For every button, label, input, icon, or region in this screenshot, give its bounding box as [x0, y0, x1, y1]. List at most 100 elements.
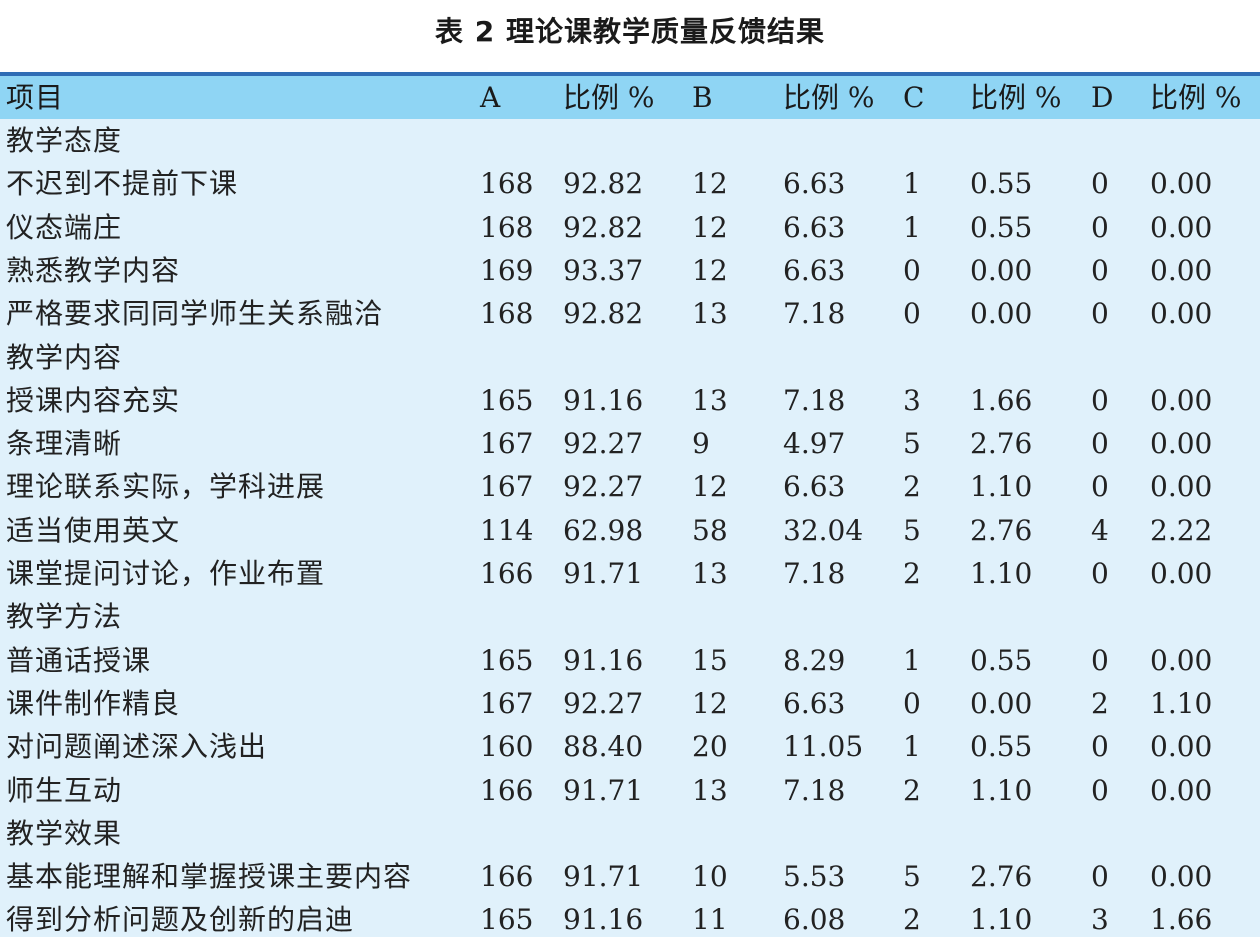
- cell-c: 2: [903, 773, 921, 807]
- cell-item: 教学态度: [6, 124, 123, 157]
- cell-c: 5: [903, 513, 921, 547]
- header-percent-b: 比例 %: [783, 81, 875, 114]
- cell-b: 13: [692, 297, 728, 331]
- cell-a: 166: [480, 860, 534, 894]
- cell-c: 2: [903, 470, 921, 504]
- cell-d: 0: [1091, 297, 1109, 331]
- cell-item: 理论联系实际，学科进展: [6, 470, 326, 504]
- cell-percent-b: 11.05: [783, 730, 864, 764]
- cell-percent-d: 0.00: [1150, 730, 1213, 764]
- cell-b: 12: [692, 210, 728, 244]
- cell-percent-b: 32.04: [783, 513, 864, 547]
- cell-a: 160: [480, 730, 534, 764]
- cell-c: 5: [903, 860, 921, 894]
- header-percent-d: 比例 %: [1150, 81, 1242, 114]
- cell-a: 167: [480, 470, 534, 504]
- cell-a: 169: [480, 253, 534, 287]
- cell-percent-c: 0.00: [970, 686, 1033, 720]
- cell-a: [480, 336, 560, 379]
- cell-item: 仪态端庄: [6, 210, 123, 244]
- cell-c: [903, 812, 963, 855]
- cell-percent-a: [563, 336, 683, 379]
- cell-a: 166: [480, 557, 534, 590]
- cell-percent-d: 0.00: [1150, 167, 1213, 201]
- table-row: 课件制作精良 167 92.27 12 6.63 0 0.00 2 1.10: [0, 682, 1260, 725]
- cell-percent-b: 6.63: [783, 253, 846, 287]
- cell-percent-b: 6.63: [783, 167, 846, 201]
- cell-item: 教学效果: [6, 816, 123, 850]
- cell-percent-a: 88.40: [563, 730, 644, 764]
- cell-a: 168: [480, 210, 534, 244]
- cell-b: [692, 119, 772, 162]
- cell-a: [480, 812, 560, 855]
- cell-b: 20: [692, 730, 728, 764]
- header-d: D: [1091, 81, 1114, 114]
- cell-percent-a: 91.71: [563, 557, 644, 590]
- header-item: 项目: [6, 81, 65, 114]
- cell-c: 5: [903, 427, 921, 461]
- table-row: 适当使用英文 114 62.98 58 32.04 5 2.76 4 2.22: [0, 509, 1260, 552]
- table-row: 教学内容: [0, 336, 1260, 379]
- table-row: 教学效果: [0, 812, 1260, 855]
- cell-item: 课堂提问讨论，作业布置: [6, 557, 326, 590]
- cell-percent-b: 6.63: [783, 686, 846, 720]
- cell-percent-a: 91.71: [563, 860, 644, 894]
- table-row: 严格要求同同学师生关系融洽 168 92.82 13 7.18 0 0.00 0 0.00: [0, 292, 1260, 335]
- cell-c: 1: [903, 210, 921, 244]
- table-row: 课堂提问讨论，作业布置 166 91.71 13 7.18 2 1.10 0 0.00: [0, 552, 1260, 595]
- cell-d: 0: [1091, 557, 1109, 590]
- cell-a: [480, 119, 560, 162]
- cell-d: 3: [1091, 903, 1109, 937]
- cell-percent-b: [783, 119, 893, 162]
- cell-percent-a: 92.82: [563, 210, 644, 244]
- cell-percent-a: 92.82: [563, 297, 644, 331]
- cell-percent-a: 92.82: [563, 167, 644, 201]
- cell-percent-a: 91.16: [563, 643, 644, 677]
- cell-d: 0: [1091, 860, 1109, 894]
- cell-percent-d: [1150, 336, 1258, 379]
- cell-percent-d: 1.10: [1150, 686, 1213, 720]
- cell-percent-a: 92.27: [563, 686, 644, 720]
- cell-percent-a: 62.98: [563, 513, 644, 547]
- cell-percent-d: [1150, 812, 1258, 855]
- cell-percent-d: 0.00: [1150, 643, 1213, 677]
- cell-percent-c: 1.10: [970, 557, 1033, 590]
- cell-c: 1: [903, 167, 921, 201]
- cell-d: 0: [1091, 167, 1109, 201]
- header-a: A: [480, 81, 501, 114]
- cell-percent-d: 1.66: [1150, 903, 1213, 937]
- cell-item: 条理清晰: [6, 427, 123, 461]
- cell-percent-b: 8.29: [783, 643, 846, 677]
- cell-percent-d: 0.00: [1150, 383, 1213, 417]
- cell-percent-c: 1.10: [970, 903, 1033, 937]
- cell-b: [692, 812, 772, 855]
- cell-b: [692, 595, 772, 638]
- cell-d: 4: [1091, 513, 1109, 547]
- cell-percent-d: 0.00: [1150, 470, 1213, 504]
- cell-a: 166: [480, 773, 534, 807]
- cell-d: 0: [1091, 253, 1109, 287]
- table-row: 教学态度: [0, 119, 1260, 162]
- cell-percent-a: 93.37: [563, 253, 644, 287]
- table-row: 条理清晰 167 92.27 9 4.97 5 2.76 0 0.00: [0, 422, 1260, 465]
- cell-percent-c: 1.10: [970, 470, 1033, 504]
- cell-item: 师生互动: [6, 773, 123, 807]
- cell-item: 授课内容充实: [6, 383, 181, 417]
- cell-percent-b: 6.63: [783, 210, 846, 244]
- cell-c: 2: [903, 557, 921, 590]
- cell-d: 2: [1091, 686, 1109, 720]
- table-row: 理论联系实际，学科进展 167 92.27 12 6.63 2 1.10 0 0.00: [0, 465, 1260, 508]
- cell-a: 168: [480, 297, 534, 331]
- header-c: C: [903, 81, 925, 114]
- cell-percent-b: 6.63: [783, 470, 846, 504]
- cell-b: 9: [692, 427, 710, 461]
- table-title: 表 2 理论课教学质量反馈结果: [435, 15, 825, 48]
- cell-item: 得到分析问题及创新的启迪: [6, 903, 355, 937]
- cell-item: 普通话授课: [6, 643, 152, 677]
- cell-percent-a: [563, 812, 683, 855]
- cell-percent-b: [783, 595, 893, 638]
- cell-c: [903, 119, 963, 162]
- cell-percent-c: 2.76: [970, 513, 1033, 547]
- cell-a: 165: [480, 383, 534, 417]
- cell-item: 严格要求同同学师生关系融洽: [6, 297, 384, 331]
